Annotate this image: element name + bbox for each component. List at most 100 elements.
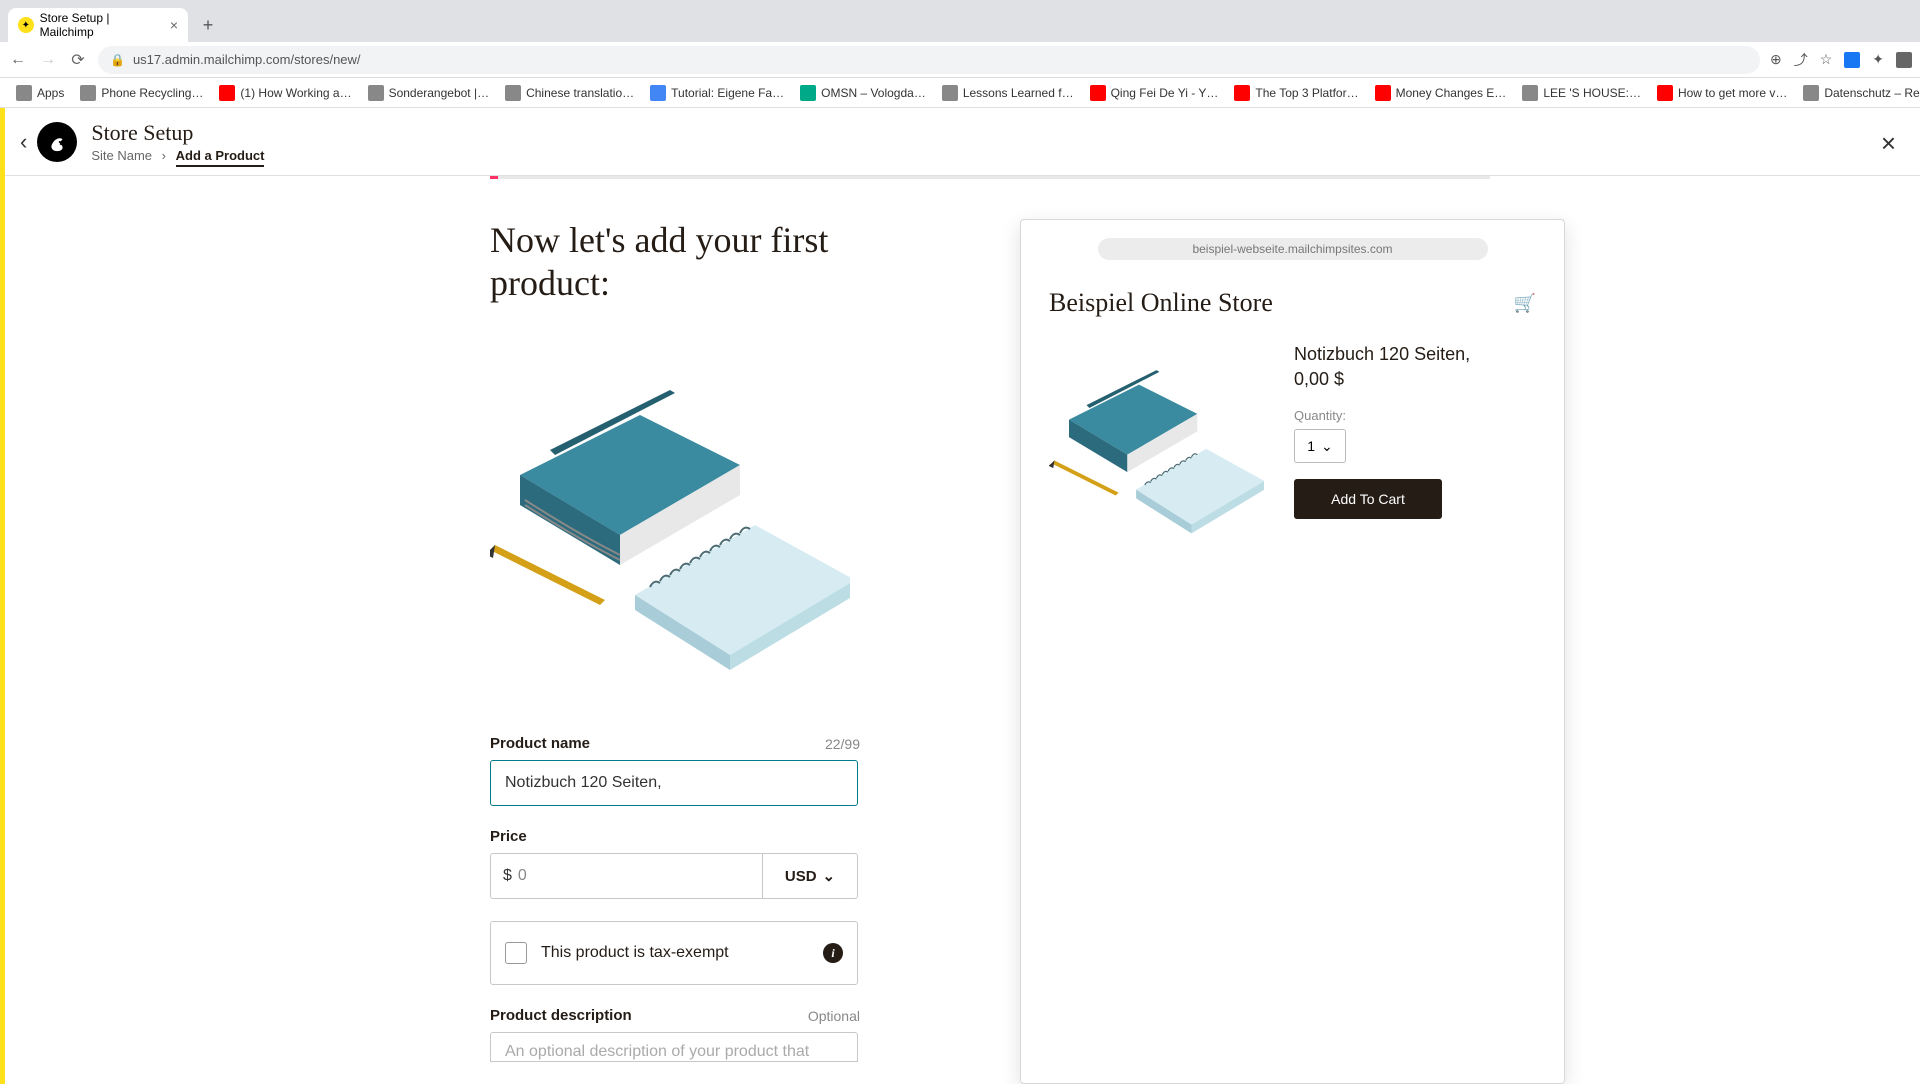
lock-icon: 🔒 (110, 53, 125, 67)
description-group: Product description Optional An optional… (490, 1007, 860, 1062)
bookmark-favicon (650, 85, 666, 101)
new-tab-button[interactable]: + (194, 11, 222, 39)
bookmark-item[interactable]: Phone Recycling… (74, 83, 209, 103)
back-button[interactable]: ← (8, 50, 28, 70)
description-input[interactable]: An optional description of your product … (490, 1032, 858, 1062)
header-text: Store Setup Site Name › Add a Product (91, 120, 264, 163)
bookmark-item[interactable]: Lessons Learned f… (936, 83, 1080, 103)
bookmark-favicon (1090, 85, 1106, 101)
address-bar[interactable]: 🔒 us17.admin.mailchimp.com/stores/new/ (98, 46, 1760, 74)
bookmark-favicon (16, 85, 32, 101)
bookmark-label: Money Changes E… (1396, 86, 1507, 100)
bookmark-item[interactable]: OMSN – Vologda… (794, 83, 932, 103)
bookmark-item[interactable]: Sonderangebot |… (362, 83, 496, 103)
app-header: ‹ Store Setup Site Name › Add a Product … (0, 108, 1920, 176)
quantity-select[interactable]: 1 ⌄ (1294, 429, 1346, 463)
quantity-value: 1 (1307, 438, 1315, 454)
bookmark-label: Datenschutz – Re… (1824, 86, 1920, 100)
bookmark-favicon (1803, 85, 1819, 101)
product-name-label: Product name (490, 735, 590, 752)
extensions-icon[interactable]: ✦ (1872, 51, 1884, 68)
currency-symbol: $ (503, 867, 512, 885)
freddie-icon (43, 128, 71, 156)
bookmark-label: How to get more v… (1678, 86, 1787, 100)
bookmark-favicon (1657, 85, 1673, 101)
bookmark-label: OMSN – Vologda… (821, 86, 926, 100)
translate-icon[interactable]: ⊕ (1770, 51, 1782, 68)
bookmark-item[interactable]: Apps (10, 83, 70, 103)
product-name-group: Product name 22/99 (490, 735, 860, 806)
main-content: Now let's add your first product: (0, 179, 1920, 1084)
browser-tab[interactable]: ✦ Store Setup | Mailchimp × (8, 8, 188, 42)
tax-exempt-checkbox[interactable] (505, 942, 527, 964)
facebook-ext-icon[interactable] (1844, 52, 1860, 68)
close-button[interactable]: × (1881, 128, 1896, 159)
accent-bar (0, 108, 5, 1084)
browser-actions: ⊕ ⤴ ☆ ✦ (1770, 50, 1912, 70)
add-to-cart-button[interactable]: Add To Cart (1294, 479, 1442, 519)
bookmark-favicon (219, 85, 235, 101)
price-input[interactable]: $ 0 (490, 853, 762, 899)
back-chevron-icon[interactable]: ‹ (20, 129, 27, 155)
url-bar: ← → ⟳ 🔒 us17.admin.mailchimp.com/stores/… (0, 42, 1920, 78)
preview-url: beispiel-webseite.mailchimpsites.com (1098, 238, 1488, 260)
share-icon[interactable]: ⤴ (1794, 50, 1808, 70)
bookmark-item[interactable]: Datenschutz – Re… (1797, 83, 1920, 103)
info-icon[interactable]: i (823, 943, 843, 963)
chevron-down-icon: ⌄ (823, 867, 836, 885)
bookmark-label: Chinese translatio… (526, 86, 634, 100)
bookmark-item[interactable]: LEE 'S HOUSE:… (1516, 83, 1647, 103)
bookmark-favicon (942, 85, 958, 101)
quantity-label: Quantity: (1294, 408, 1536, 423)
preview-price: 0,00 $ (1294, 369, 1536, 390)
browser-chrome: ✦ Store Setup | Mailchimp × + ← → ⟳ 🔒 us… (0, 0, 1920, 108)
forward-button[interactable]: → (38, 50, 58, 70)
currency-value: USD (785, 868, 817, 885)
preview-store-name: Beispiel Online Store (1049, 288, 1273, 318)
tax-exempt-box: This product is tax-exempt i (490, 921, 858, 985)
ext-icon[interactable] (1896, 52, 1912, 68)
main-heading: Now let's add your first product: (490, 219, 860, 305)
breadcrumb-current: Add a Product (176, 148, 265, 167)
bookmark-favicon (368, 85, 384, 101)
bookmark-item[interactable]: Tutorial: Eigene Fa… (644, 83, 790, 103)
product-name-input[interactable] (490, 760, 858, 806)
bookmark-item[interactable]: Chinese translatio… (499, 83, 640, 103)
breadcrumb: Site Name › Add a Product (91, 148, 264, 163)
page-title: Store Setup (91, 120, 264, 146)
tab-title: Store Setup | Mailchimp (40, 11, 164, 39)
mailchimp-logo[interactable] (37, 122, 77, 162)
product-name-counter: 22/99 (825, 736, 860, 752)
bookmark-label: Apps (37, 86, 64, 100)
bookmark-label: Sonderangebot |… (389, 86, 490, 100)
bookmark-item[interactable]: The Top 3 Platfor… (1228, 83, 1364, 103)
bookmark-favicon (1234, 85, 1250, 101)
preview-card: beispiel-webseite.mailchimpsites.com Bei… (1020, 219, 1565, 1084)
bookmark-label: Qing Fei De Yi - Y… (1111, 86, 1219, 100)
bookmark-label: Phone Recycling… (101, 86, 203, 100)
description-optional: Optional (808, 1008, 860, 1024)
bookmark-item[interactable]: How to get more v… (1651, 83, 1793, 103)
bookmark-label: Lessons Learned f… (963, 86, 1074, 100)
currency-select[interactable]: USD ⌄ (762, 853, 858, 899)
bookmark-label: Tutorial: Eigene Fa… (671, 86, 784, 100)
bookmark-label: The Top 3 Platfor… (1255, 86, 1358, 100)
reload-button[interactable]: ⟳ (68, 50, 88, 70)
form-column: Now let's add your first product: (490, 219, 860, 1084)
preview-product-image (1049, 338, 1264, 548)
cart-icon[interactable]: 🛒 (1514, 293, 1536, 314)
bookmark-favicon (80, 85, 96, 101)
bookmark-label: LEE 'S HOUSE:… (1543, 86, 1641, 100)
chevron-down-icon: ⌄ (1321, 438, 1333, 455)
tab-bar: ✦ Store Setup | Mailchimp × + (0, 0, 1920, 42)
product-illustration (490, 335, 850, 695)
bookmark-star-icon[interactable]: ☆ (1820, 51, 1833, 68)
bookmark-item[interactable]: (1) How Working a… (213, 83, 357, 103)
close-tab-button[interactable]: × (170, 17, 178, 33)
breadcrumb-sep: › (162, 148, 166, 163)
bookmark-label: (1) How Working a… (240, 86, 351, 100)
breadcrumb-site[interactable]: Site Name (91, 148, 152, 163)
bookmark-favicon (800, 85, 816, 101)
bookmark-item[interactable]: Qing Fei De Yi - Y… (1084, 83, 1225, 103)
bookmark-item[interactable]: Money Changes E… (1369, 83, 1513, 103)
